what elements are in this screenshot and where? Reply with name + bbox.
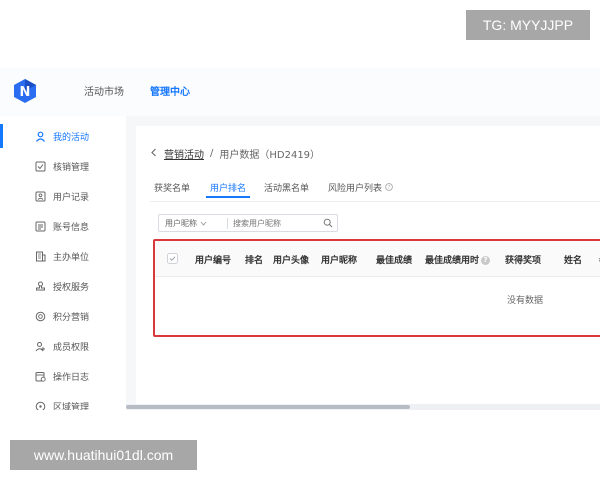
column-header-avatar[interactable]: 用户头像: [273, 253, 309, 266]
top-bar: N 活动市场 管理中心: [0, 68, 600, 116]
sidebar-item-points-marketing[interactable]: 积分营销: [0, 301, 126, 331]
horizontal-scrollbar-thumb[interactable]: [126, 405, 410, 409]
filter-divider: [227, 218, 228, 229]
column-header-best-time[interactable]: 最佳成绩用时?: [425, 253, 491, 266]
points-icon: [34, 310, 46, 322]
region-icon: [34, 400, 46, 410]
column-header-label: 最佳成绩用时: [425, 256, 480, 266]
sidebar-item-verification[interactable]: 核销管理: [0, 151, 126, 181]
column-header-nickname[interactable]: 用户昵称: [321, 253, 357, 266]
sidebar-item-label: 账号信息: [53, 222, 90, 233]
empty-state-text: 没有数据: [507, 296, 544, 306]
breadcrumb-current: 用户数据（HD2419）: [219, 150, 321, 161]
sidebar-item-region-management[interactable]: 区域管理: [0, 391, 126, 410]
column-header-prize[interactable]: 获得奖项: [505, 253, 541, 266]
building-icon: [34, 250, 46, 262]
account-card-icon: [34, 220, 46, 232]
column-header-name[interactable]: 姓名: [564, 253, 582, 266]
sidebar-item-label: 用户记录: [53, 192, 90, 203]
user-icon: [34, 130, 46, 142]
sidebar-item-organizer[interactable]: 主办单位: [0, 241, 126, 271]
members-icon: [34, 340, 46, 352]
sidebar-item-label: 核销管理: [53, 162, 90, 173]
sidebar-item-label: 区域管理: [53, 402, 90, 411]
app-logo: N: [14, 79, 36, 103]
main-content: 营销活动 / 用户数据（HD2419） 获奖名单 用户排名 活动黑名单 风险用户…: [126, 116, 600, 410]
search-icon[interactable]: [323, 218, 333, 228]
ranking-table-highlight: 用户编号 排名 用户头像 用户昵称 最佳成绩 最佳成绩用时? 获得奖项 姓名 参…: [153, 239, 600, 337]
select-all-checkbox[interactable]: [167, 253, 178, 264]
sidebar-item-label: 我的活动: [53, 132, 90, 143]
search-input[interactable]: [233, 216, 313, 230]
search-filter: 用户昵称: [158, 214, 338, 232]
sidebar-item-account-info[interactable]: 账号信息: [0, 211, 126, 241]
sidebar-item-operation-log[interactable]: 操作日志: [0, 361, 126, 391]
tab-blacklist[interactable]: 活动黑名单: [264, 181, 309, 194]
sidebar-item-label: 授权服务: [53, 282, 90, 293]
sidebar-item-label: 积分营销: [53, 312, 90, 323]
sidebar-item-user-records[interactable]: 用户记录: [0, 181, 126, 211]
content-panel: 营销活动 / 用户数据（HD2419） 获奖名单 用户排名 活动黑名单 风险用户…: [136, 126, 600, 410]
field-select-value: 用户昵称: [165, 219, 197, 228]
tab-label: 风险用户列表: [328, 184, 383, 194]
question-circle-icon: ?: [385, 183, 393, 194]
id-card-icon: [34, 190, 46, 202]
breadcrumb: 营销活动 / 用户数据（HD2419）: [150, 146, 320, 161]
column-header-best-score[interactable]: 最佳成绩: [376, 253, 412, 266]
log-icon: [34, 370, 46, 382]
chevron-down-icon: [200, 219, 207, 228]
breadcrumb-back-link[interactable]: 营销活动: [164, 146, 204, 161]
tab-winners-list[interactable]: 获奖名单: [154, 181, 190, 194]
nav-management-center[interactable]: 管理中心: [150, 68, 190, 116]
check-square-icon: [34, 160, 46, 172]
breadcrumb-separator: /: [210, 148, 214, 159]
question-circle-icon: ?: [481, 256, 491, 265]
watermark-top: TG: MYYJJPP: [466, 10, 590, 40]
field-select[interactable]: 用户昵称: [165, 218, 207, 229]
sidebar-item-label: 操作日志: [53, 372, 90, 383]
tab-underline-divider: [150, 201, 600, 202]
app-window: N 活动市场 管理中心 我的活动 核销管理 用户记录 账号信息 主办单位 授权服…: [0, 68, 600, 410]
tab-user-ranking[interactable]: 用户排名: [205, 181, 251, 198]
sidebar-item-authorization[interactable]: 授权服务: [0, 271, 126, 301]
watermark-bottom: www.huatihui01dl.com: [10, 440, 197, 470]
sidebar-item-label: 成员权限: [53, 342, 90, 353]
svg-text:?: ?: [388, 185, 391, 191]
stamp-icon: [34, 280, 46, 292]
column-header-user-id[interactable]: 用户编号: [195, 253, 231, 266]
sidebar-item-label: 主办单位: [53, 252, 90, 263]
table-header: 用户编号 排名 用户头像 用户昵称 最佳成绩 最佳成绩用时? 获得奖项 姓名 参…: [155, 241, 600, 277]
chevron-left-icon[interactable]: [150, 148, 158, 160]
sidebar-item-my-activities[interactable]: 我的活动: [0, 121, 126, 151]
sidebar: 我的活动 核销管理 用户记录 账号信息 主办单位 授权服务 积分营销 成员权限: [0, 116, 126, 410]
column-header-rank[interactable]: 排名: [245, 253, 263, 266]
nav-activity-market[interactable]: 活动市场: [84, 68, 124, 116]
sidebar-item-member-permissions[interactable]: 成员权限: [0, 331, 126, 361]
tab-risk-users[interactable]: 风险用户列表 ?: [328, 181, 393, 194]
svg-text:N: N: [20, 85, 31, 100]
